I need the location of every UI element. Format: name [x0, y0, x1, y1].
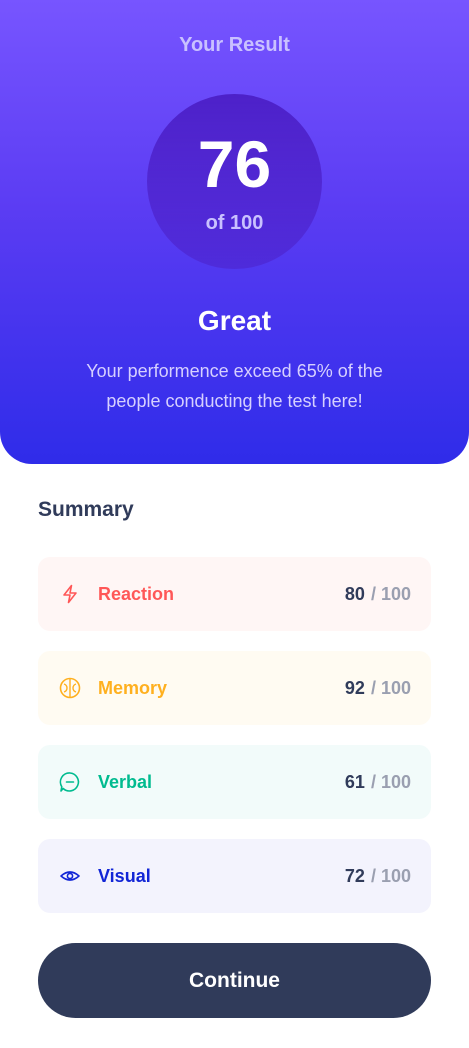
summary-item-max: / 100 [370, 677, 411, 698]
result-panel: Your Result 76 of 100 Great Your perform… [0, 0, 469, 464]
summary-item-score: 92 [344, 677, 365, 698]
lightning-icon [58, 582, 82, 606]
score-value: 76 [197, 127, 272, 201]
summary-item-max: / 100 [370, 771, 411, 792]
summary-item-max: / 100 [370, 865, 411, 886]
summary-item-verbal: Verbal 61 / 100 [38, 745, 431, 819]
summary-item-label: Visual [98, 865, 151, 886]
summary-item-score: 61 [344, 771, 365, 792]
results-page: Your Result 76 of 100 Great Your perform… [0, 0, 469, 1048]
summary-item-label: Memory [98, 677, 168, 698]
speech-bubble-icon [58, 770, 82, 794]
continue-button[interactable]: Continue [38, 943, 431, 1018]
result-heading: Your Result [179, 34, 290, 56]
summary-list: Reaction 80 / 100 Memory 92 / 100 Verbal… [38, 557, 431, 933]
summary-item-label: Verbal [98, 771, 153, 792]
summary-title: Summary [38, 498, 134, 521]
summary-item-label: Reaction [98, 583, 175, 604]
summary-item-score: 72 [344, 865, 365, 886]
summary-item-visual: Visual 72 / 100 [38, 839, 431, 913]
brain-icon [58, 676, 82, 700]
summary-item-score: 80 [344, 583, 365, 604]
summary-item-max: / 100 [370, 583, 411, 604]
summary-item-memory: Memory 92 / 100 [38, 651, 431, 725]
score-max-label: of 100 [205, 212, 264, 234]
eye-icon [58, 864, 82, 888]
summary-item-reaction: Reaction 80 / 100 [38, 557, 431, 631]
grade-label: Great [197, 305, 272, 336]
result-description: Your performence exceed 65% of the peopl… [86, 361, 383, 411]
